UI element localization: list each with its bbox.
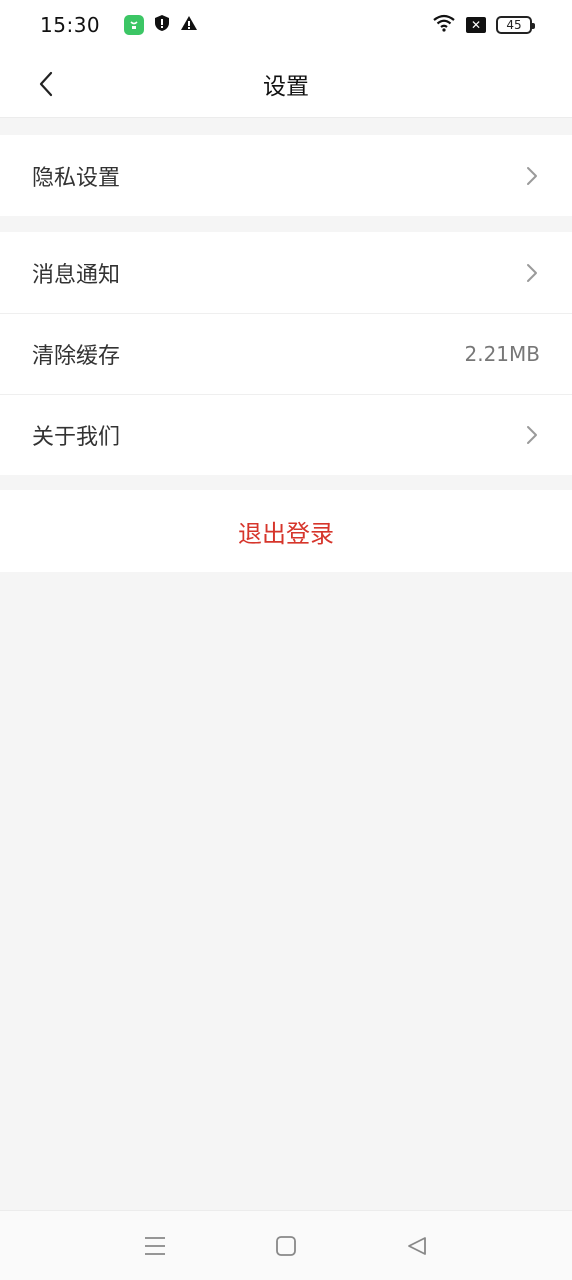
warning-icon [180,15,198,35]
battery-icon: 45 [496,16,535,34]
home-button[interactable] [266,1226,306,1266]
settings-group-privacy: 隐私设置 [0,135,572,216]
notifications-row[interactable]: 消息通知 [0,232,572,313]
sim-no-signal-icon: ✕ [466,17,486,33]
clear-cache-label: 清除缓存 [32,344,121,369]
chevron-right-icon [527,166,537,185]
clear-cache-row[interactable]: 清除缓存 2.21MB [0,313,572,394]
logout-button[interactable]: 退出登录 [0,490,572,572]
screen: 15:30 ✕ 45 设置 隐私设置 消息通知 清除缓存 2.21MB 关于我们… [0,0,572,1280]
page-title: 设置 [263,74,309,100]
shield-alert-icon [154,14,170,36]
status-time: 15:30 [40,13,101,37]
back-nav-button[interactable] [397,1226,437,1266]
about-us-row[interactable]: 关于我们 [0,394,572,475]
system-nav-bar [0,1210,572,1280]
chevron-right-icon [527,426,537,444]
menu-button[interactable] [135,1226,175,1266]
home-icon [276,1235,296,1256]
status-icons-right: ✕ 45 [432,14,535,36]
about-us-label: 关于我们 [32,425,121,450]
chevron-left-icon [39,71,53,97]
settings-group-general: 消息通知 清除缓存 2.21MB 关于我们 [0,232,572,475]
chevron-right-icon [527,263,537,282]
privacy-settings-label: 隐私设置 [32,165,121,191]
header: 设置 [0,50,572,118]
app-notification-icon [124,15,145,35]
notifications-label: 消息通知 [32,262,121,288]
wifi-icon [432,14,456,36]
status-icons-left [124,14,198,36]
back-button[interactable] [30,68,62,100]
menu-icon [145,1236,166,1255]
battery-level: 45 [506,18,522,32]
cache-size-value: 2.21MB [464,342,540,366]
logout-group: 退出登录 [0,490,572,572]
privacy-settings-row[interactable]: 隐私设置 [0,135,572,216]
status-bar: 15:30 ✕ 45 [0,0,572,50]
back-triangle-icon [407,1236,426,1255]
